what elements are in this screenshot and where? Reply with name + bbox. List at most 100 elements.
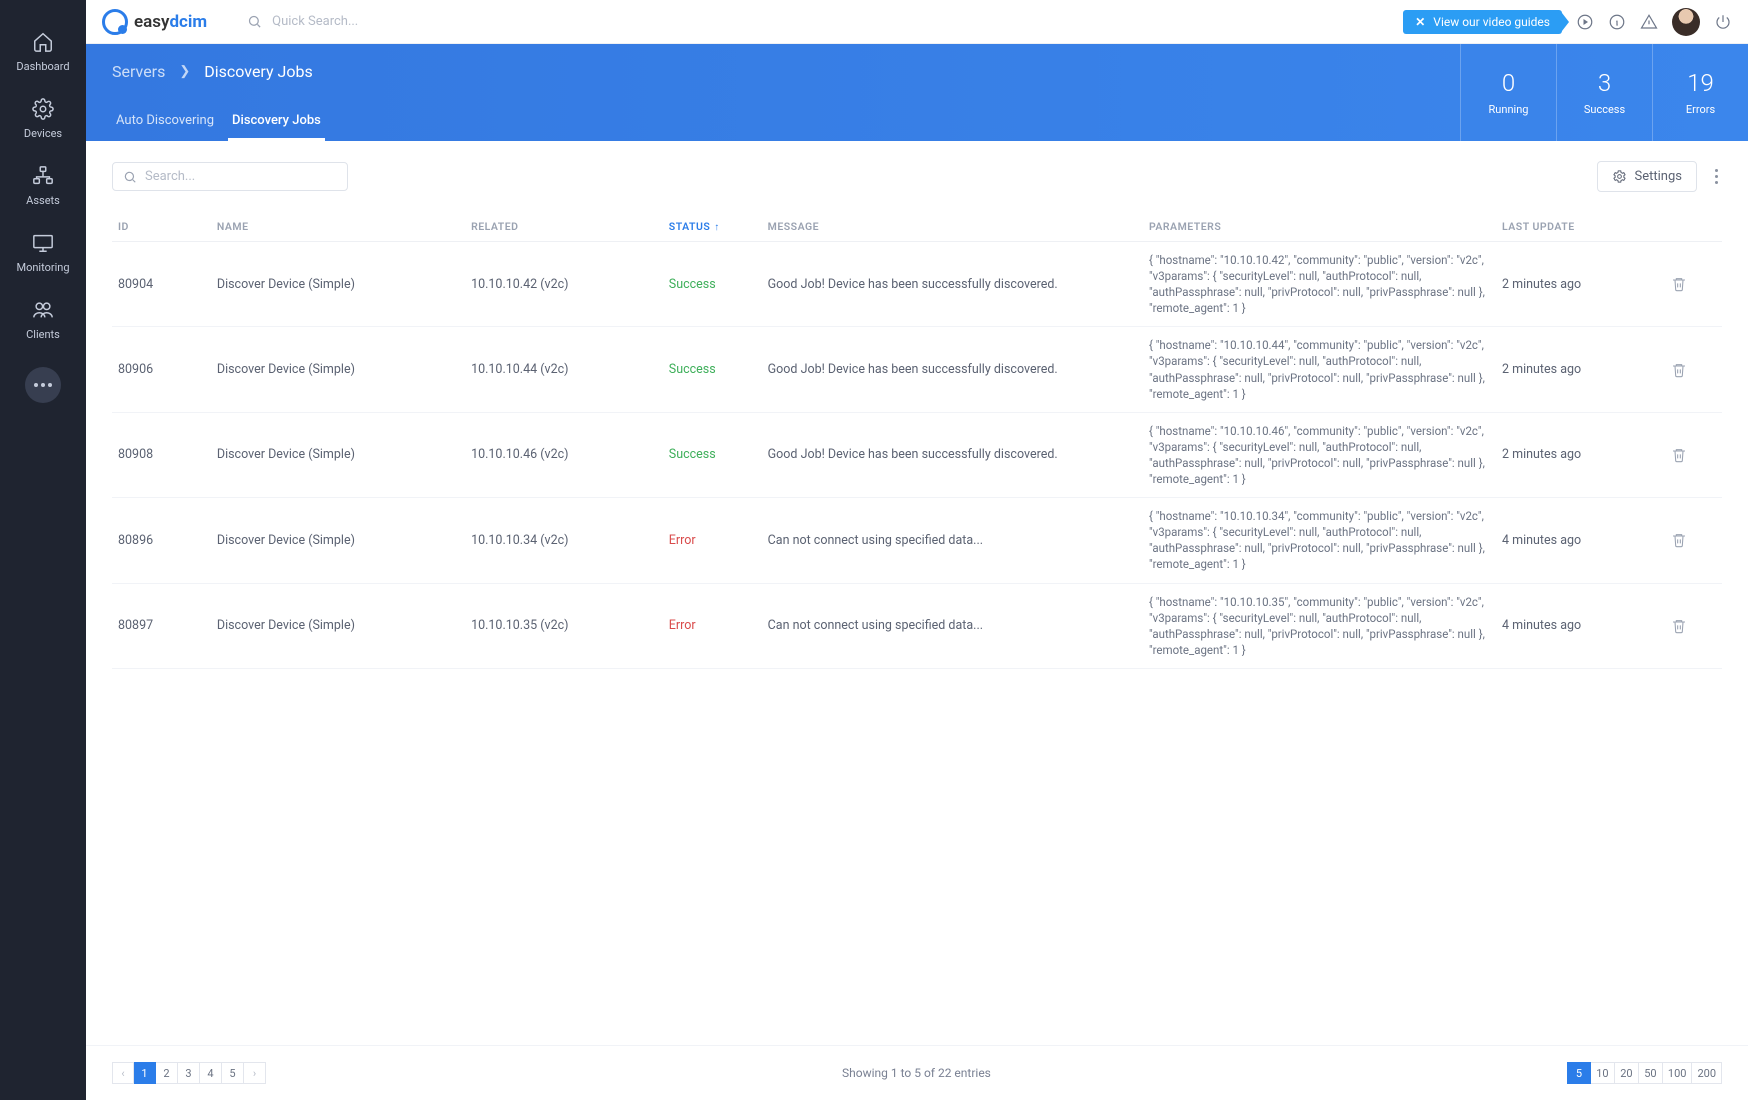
play-icon[interactable] xyxy=(1576,13,1594,31)
gear-icon xyxy=(1612,169,1627,184)
page-size-20[interactable]: 20 xyxy=(1615,1062,1639,1084)
more-options-button[interactable] xyxy=(1711,165,1722,188)
sidebar-more-button[interactable] xyxy=(25,367,61,403)
delete-button[interactable] xyxy=(1665,412,1722,497)
col-id[interactable]: ID xyxy=(112,212,211,242)
avatar[interactable] xyxy=(1672,8,1700,36)
page-next[interactable]: › xyxy=(244,1062,266,1084)
cell-related: 10.10.10.44 (v2c) xyxy=(465,327,663,412)
page-size-10[interactable]: 10 xyxy=(1591,1062,1615,1084)
table-wrapper: ID NAME RELATED STATUS↑ MESSAGE PARAMETE… xyxy=(86,212,1748,1045)
col-parameters[interactable]: PARAMETERS xyxy=(1143,212,1496,242)
delete-button[interactable] xyxy=(1665,583,1722,668)
table-toolbar: Settings xyxy=(86,141,1748,212)
sidebar: Dashboard Devices Assets Monitoring Clie… xyxy=(0,0,86,1100)
table-row[interactable]: 80897Discover Device (Simple)10.10.10.35… xyxy=(112,583,1722,668)
cell-id: 80904 xyxy=(112,242,211,327)
cell-last-update: 2 minutes ago xyxy=(1496,242,1665,327)
sidebar-item-devices[interactable]: Devices xyxy=(0,85,86,152)
table-footer: ‹12345› Showing 1 to 5 of 22 entries 510… xyxy=(86,1045,1748,1100)
sidebar-item-clients[interactable]: Clients xyxy=(0,286,86,353)
table-row[interactable]: 80904Discover Device (Simple)10.10.10.42… xyxy=(112,242,1722,327)
logo[interactable]: easydcim xyxy=(102,9,207,35)
breadcrumb: Servers ❯ Discovery Jobs xyxy=(112,62,325,81)
info-icon[interactable] xyxy=(1608,13,1626,31)
page-1[interactable]: 1 xyxy=(134,1062,156,1084)
cell-status: Error xyxy=(663,583,762,668)
cell-message: Can not connect using specified data... xyxy=(762,583,1143,668)
table-row[interactable]: 80908Discover Device (Simple)10.10.10.46… xyxy=(112,412,1722,497)
trash-icon xyxy=(1671,618,1716,634)
delete-button[interactable] xyxy=(1665,242,1722,327)
page-3[interactable]: 3 xyxy=(178,1062,200,1084)
cell-message: Good Job! Device has been successfully d… xyxy=(762,412,1143,497)
alert-icon[interactable] xyxy=(1640,13,1658,31)
global-search[interactable] xyxy=(247,14,1403,29)
video-guides-button[interactable]: ✕ View our video guides xyxy=(1403,10,1562,34)
entries-summary: Showing 1 to 5 of 22 entries xyxy=(842,1066,991,1080)
table-search-input[interactable] xyxy=(145,169,337,184)
trash-icon xyxy=(1671,532,1716,548)
page-size-100[interactable]: 100 xyxy=(1663,1062,1693,1084)
page-title: Discovery Jobs xyxy=(204,62,312,81)
stat-running[interactable]: 0 Running xyxy=(1460,44,1556,141)
logo-text: easydcim xyxy=(134,12,207,32)
topbar: easydcim ✕ View our video guides xyxy=(86,0,1748,44)
col-name[interactable]: NAME xyxy=(211,212,465,242)
trash-icon xyxy=(1671,362,1716,378)
pagination: ‹12345› xyxy=(112,1062,266,1084)
cell-status: Success xyxy=(663,242,762,327)
sidebar-item-assets[interactable]: Assets xyxy=(0,152,86,219)
sort-asc-icon: ↑ xyxy=(714,222,720,233)
sitemap-icon xyxy=(31,164,55,188)
page-prev[interactable]: ‹ xyxy=(112,1062,134,1084)
cell-message: Can not connect using specified data... xyxy=(762,498,1143,583)
cell-name: Discover Device (Simple) xyxy=(211,242,465,327)
tab-discovery-jobs[interactable]: Discovery Jobs xyxy=(228,103,325,141)
cell-id: 80897 xyxy=(112,583,211,668)
cell-last-update: 2 minutes ago xyxy=(1496,412,1665,497)
cell-status: Error xyxy=(663,498,762,583)
discovery-jobs-table: ID NAME RELATED STATUS↑ MESSAGE PARAMETE… xyxy=(112,212,1722,669)
close-icon[interactable]: ✕ xyxy=(1415,15,1425,29)
page-4[interactable]: 4 xyxy=(200,1062,222,1084)
col-status[interactable]: STATUS↑ xyxy=(663,212,762,242)
sidebar-item-monitoring[interactable]: Monitoring xyxy=(0,219,86,286)
page-2[interactable]: 2 xyxy=(156,1062,178,1084)
settings-button[interactable]: Settings xyxy=(1597,161,1697,192)
col-message[interactable]: MESSAGE xyxy=(762,212,1143,242)
page-size-200[interactable]: 200 xyxy=(1692,1062,1722,1084)
table-row[interactable]: 80896Discover Device (Simple)10.10.10.34… xyxy=(112,498,1722,583)
col-last-update[interactable]: LAST UPDATE xyxy=(1496,212,1665,242)
page-size-50[interactable]: 50 xyxy=(1639,1062,1663,1084)
cell-status: Success xyxy=(663,327,762,412)
breadcrumb-parent[interactable]: Servers xyxy=(112,62,165,81)
tab-auto-discovering[interactable]: Auto Discovering xyxy=(112,103,218,141)
global-search-input[interactable] xyxy=(272,14,572,29)
table-row[interactable]: 80906Discover Device (Simple)10.10.10.44… xyxy=(112,327,1722,412)
cell-last-update: 4 minutes ago xyxy=(1496,498,1665,583)
cell-related: 10.10.10.35 (v2c) xyxy=(465,583,663,668)
power-icon[interactable] xyxy=(1714,13,1732,31)
table-search[interactable] xyxy=(112,162,348,191)
col-related[interactable]: RELATED xyxy=(465,212,663,242)
search-icon xyxy=(247,14,262,29)
sidebar-item-dashboard[interactable]: Dashboard xyxy=(0,18,86,85)
delete-button[interactable] xyxy=(1665,327,1722,412)
delete-button[interactable] xyxy=(1665,498,1722,583)
trash-icon xyxy=(1671,447,1716,463)
page-size-5[interactable]: 5 xyxy=(1567,1062,1591,1084)
sidebar-item-label: Monitoring xyxy=(16,261,69,274)
cell-id: 80896 xyxy=(112,498,211,583)
cell-related: 10.10.10.34 (v2c) xyxy=(465,498,663,583)
cell-name: Discover Device (Simple) xyxy=(211,583,465,668)
page-5[interactable]: 5 xyxy=(222,1062,244,1084)
page-size-selector: 5102050100200 xyxy=(1567,1062,1722,1084)
cell-status: Success xyxy=(663,412,762,497)
cell-message: Good Job! Device has been successfully d… xyxy=(762,242,1143,327)
cell-parameters: { "hostname": "10.10.10.46", "community"… xyxy=(1143,412,1496,497)
stat-success[interactable]: 3 Success xyxy=(1556,44,1652,141)
stat-errors[interactable]: 19 Errors xyxy=(1652,44,1748,141)
sidebar-item-label: Devices xyxy=(24,127,62,140)
page-header: Servers ❯ Discovery Jobs Auto Discoverin… xyxy=(86,44,1748,141)
